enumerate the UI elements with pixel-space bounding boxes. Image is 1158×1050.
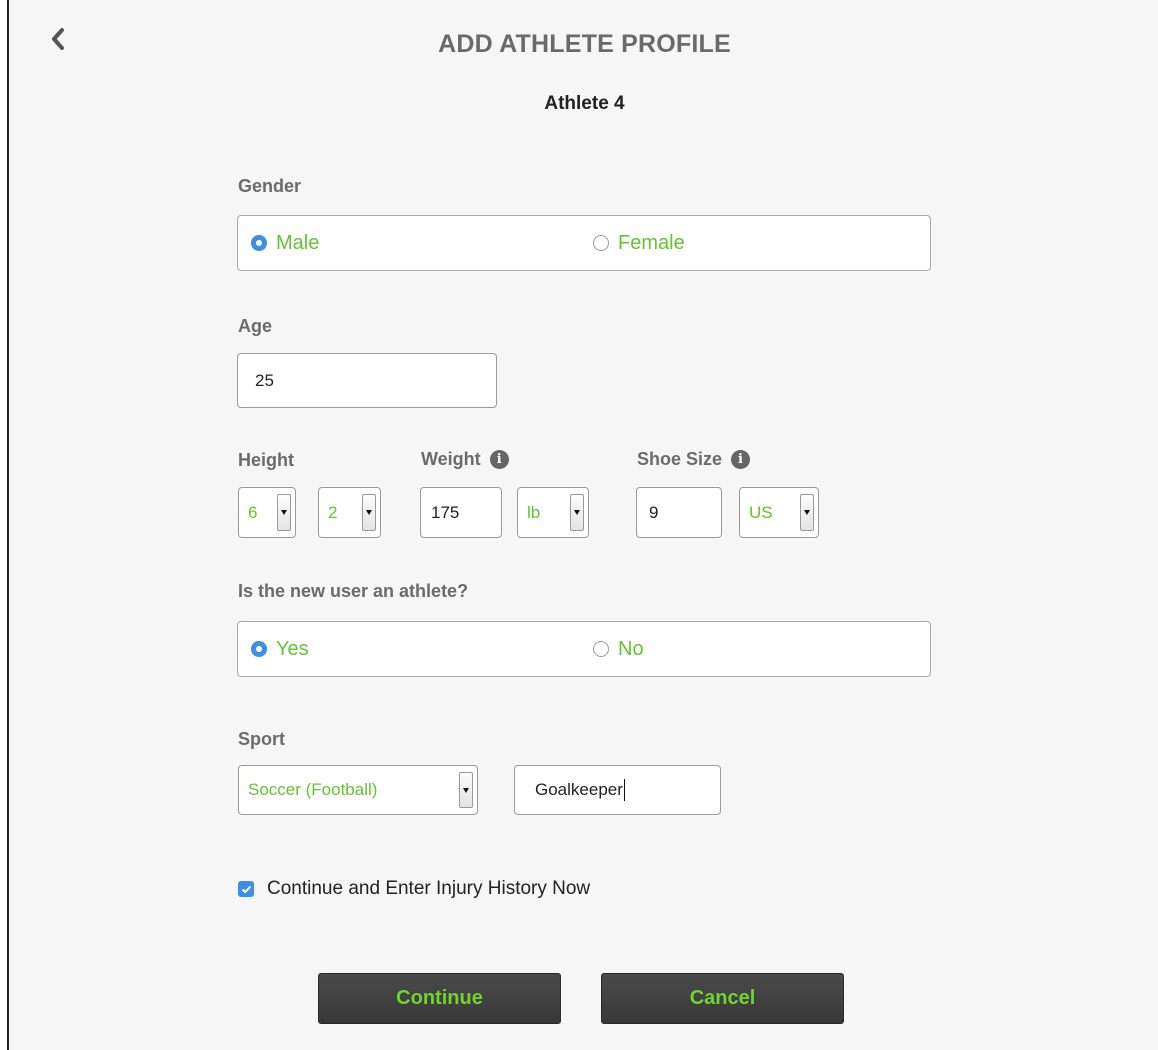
sport-select[interactable]: Soccer (Football) xyxy=(238,765,478,815)
sport-label-text: Sport xyxy=(238,729,285,749)
checkbox-checked-icon[interactable] xyxy=(238,881,254,897)
shoe-size-value: 9 xyxy=(649,502,659,522)
age-input[interactable]: 25 xyxy=(237,353,497,408)
sport-position-input[interactable]: Goalkeeper xyxy=(514,765,721,815)
weight-unit-value: lb xyxy=(527,502,541,522)
shoe-size-label-text: Shoe Size xyxy=(637,449,723,469)
info-icon[interactable]: i xyxy=(489,450,509,469)
weight-unit-select[interactable]: lb xyxy=(517,487,589,538)
weight-value: 175 xyxy=(431,502,460,522)
height-feet-value: 6 xyxy=(248,502,258,522)
shoe-size-unit-value: US xyxy=(749,502,773,522)
gender-option-male[interactable]: Male xyxy=(251,216,319,270)
is-athlete-option-label: Yes xyxy=(276,637,309,660)
sport-label: Sport xyxy=(238,729,285,750)
is-athlete-radio-group: Yes No xyxy=(237,621,931,677)
injury-history-checkbox-row[interactable]: Continue and Enter Injury History Now xyxy=(238,878,590,900)
shoe-size-unit-select[interactable]: US xyxy=(739,487,819,538)
radio-selected-icon xyxy=(251,641,267,657)
info-icon[interactable]: i xyxy=(731,450,751,469)
dropdown-arrow-icon xyxy=(277,494,291,531)
height-label-text: Height xyxy=(238,450,294,470)
radio-selected-icon xyxy=(251,235,267,251)
radio-unselected-icon xyxy=(593,235,609,251)
gender-label: Gender xyxy=(238,176,301,197)
weight-label-text: Weight xyxy=(421,449,481,469)
sport-position-value: Goalkeeper xyxy=(535,780,623,799)
dropdown-arrow-icon xyxy=(362,494,376,531)
is-athlete-option-label: No xyxy=(618,637,644,660)
cancel-button[interactable]: Cancel xyxy=(601,973,844,1024)
sport-value: Soccer (Football) xyxy=(248,780,378,799)
gender-label-text: Gender xyxy=(238,176,302,196)
shoe-size-input[interactable]: 9 xyxy=(636,487,722,538)
height-feet-select[interactable]: 6 xyxy=(238,487,296,538)
athlete-number: Athlete 4 xyxy=(544,93,625,114)
height-label: Height xyxy=(238,450,294,471)
weight-label: Weight i xyxy=(421,449,509,470)
is-athlete-label-text: Is the new user an athlete? xyxy=(238,581,469,601)
gender-radio-group: Male Female xyxy=(237,215,931,271)
dropdown-arrow-icon xyxy=(459,772,473,808)
injury-history-checkbox-label: Continue and Enter Injury History Now xyxy=(267,878,591,899)
height-inches-value: 2 xyxy=(328,502,338,522)
gender-option-female[interactable]: Female xyxy=(593,216,685,270)
radio-unselected-icon xyxy=(593,641,609,657)
gender-option-label: Female xyxy=(618,231,685,254)
page-title: ADD ATHLETE PROFILE xyxy=(438,30,731,58)
is-athlete-option-yes[interactable]: Yes xyxy=(251,622,309,676)
text-cursor xyxy=(623,779,625,801)
height-inches-select[interactable]: 2 xyxy=(318,487,381,538)
gender-option-label: Male xyxy=(276,231,320,254)
age-label: Age xyxy=(238,316,272,337)
weight-input[interactable]: 175 xyxy=(420,487,502,538)
dropdown-arrow-icon xyxy=(800,494,814,531)
continue-button[interactable]: Continue xyxy=(318,973,561,1024)
is-athlete-label: Is the new user an athlete? xyxy=(238,581,468,602)
shoe-size-label: Shoe Size i xyxy=(637,449,751,470)
age-label-text: Age xyxy=(238,316,273,336)
age-value: 25 xyxy=(255,370,274,390)
dropdown-arrow-icon xyxy=(570,494,584,531)
is-athlete-option-no[interactable]: No xyxy=(593,622,644,676)
